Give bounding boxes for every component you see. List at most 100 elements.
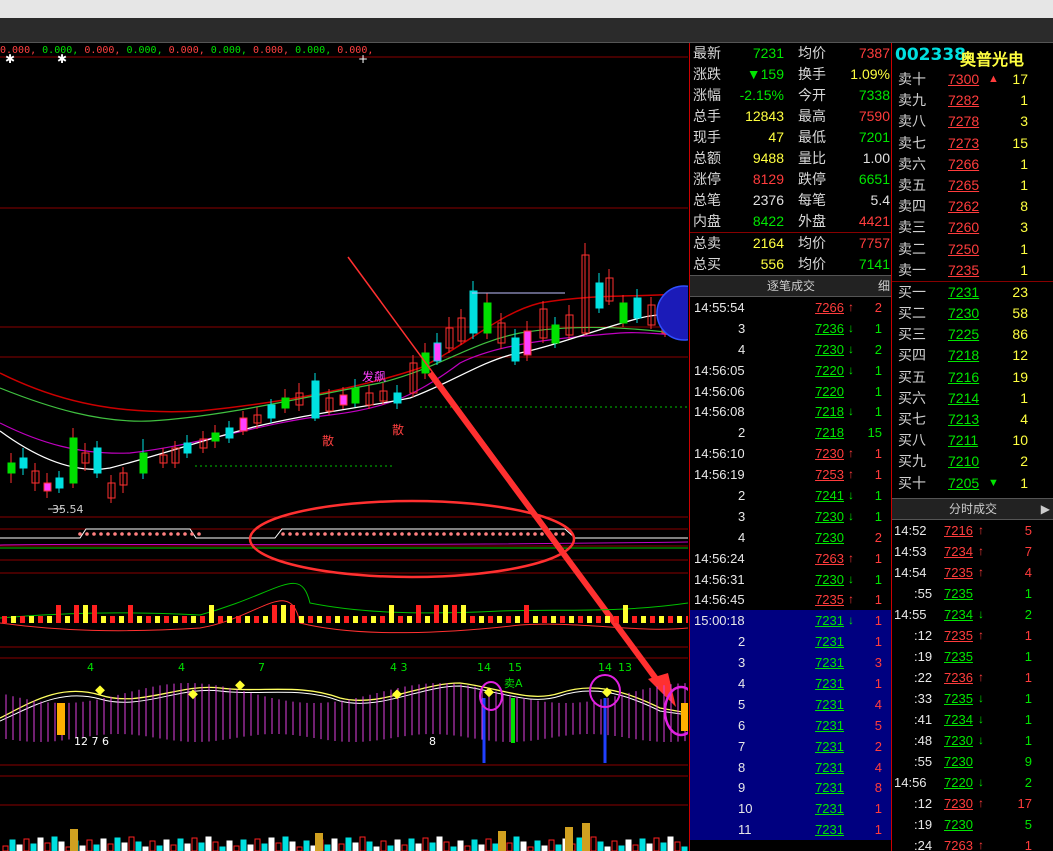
tick-price: 7231 <box>815 634 844 650</box>
book-label: 买八 <box>898 432 926 449</box>
book-row[interactable]: 卖三 7260 3 <box>892 217 1053 238</box>
minute-row[interactable]: 14:55 7234 ↓ 2 <box>892 604 1053 625</box>
tick-row[interactable]: 4 7230 2 <box>690 527 892 548</box>
tick-row[interactable]: 14:56:06 7220 1 <box>690 381 892 402</box>
book-row[interactable]: 买八 7211 10 <box>892 430 1053 451</box>
minute-arrow-icon: ↑ <box>978 627 984 642</box>
volume-bar <box>520 841 527 851</box>
ticks-detail-tab[interactable]: 细 <box>878 276 890 296</box>
ticks-list[interactable]: 14:55:54 7266 ↑ 23 7236 ↓ 14 7230 ↓ 2 14:… <box>690 297 892 610</box>
ticks-list-highlight[interactable]: 15:00:18 7231 ↓ 12 7231 13 7231 34 7231 … <box>690 610 892 841</box>
quote-label-2: 均价 <box>798 235 826 251</box>
minute-row[interactable]: 14:52 7216 ↑ 5 <box>892 520 1053 541</box>
tick-row[interactable]: 3 7230 ↓ 1 <box>690 506 892 527</box>
quote-value-2: 7590 <box>858 108 890 124</box>
book-row[interactable]: 买二 7230 58 <box>892 303 1053 324</box>
minute-row[interactable]: :19 7235 1 <box>892 646 1053 667</box>
kline-chart-area[interactable]: 0.000, 0.000, 0.000, 0.000, 0.000, 0.000… <box>0 43 688 851</box>
book-label: 卖十 <box>898 71 926 87</box>
book-row[interactable]: 卖四 7262 8 <box>892 196 1053 217</box>
book-row[interactable]: 卖六 7266 1 <box>892 154 1053 175</box>
tick-row[interactable]: 2 7218 15 <box>690 422 892 443</box>
book-row[interactable]: 卖八 7278 3 <box>892 111 1053 132</box>
tick-row[interactable]: 11 7231 1 <box>690 819 892 840</box>
tick-price: 7231 <box>815 717 844 733</box>
candle-body <box>183 442 192 454</box>
tick-volume: 1 <box>874 508 882 524</box>
tick-row[interactable]: 7 7231 2 <box>690 736 892 757</box>
tick-row[interactable]: 14:55:54 7266 ↑ 2 <box>690 297 892 318</box>
minute-list[interactable]: 14:52 7216 ↑ 5 14:53 7234 ↑ 7 14:54 7235 ↑… <box>892 520 1053 851</box>
tick-row[interactable]: 14:56:45 7235 ↑ 1 <box>690 589 892 610</box>
volume-bar <box>345 837 352 851</box>
book-volume: 3 <box>1020 219 1028 236</box>
volume-bar <box>51 836 58 851</box>
book-row[interactable]: 买四 7218 12 <box>892 345 1053 366</box>
minute-row[interactable]: 14:53 7234 ↑ 7 <box>892 541 1053 562</box>
tick-volume: 1 <box>874 320 882 336</box>
tick-row[interactable]: 15:00:18 7231 ↓ 1 <box>690 610 892 631</box>
tick-row[interactable]: 4 7230 ↓ 2 <box>690 339 892 360</box>
book-row[interactable]: 买七 7213 4 <box>892 409 1053 430</box>
san-label-2: 散 <box>392 422 404 437</box>
book-row[interactable]: 买三 7225 86 <box>892 324 1053 345</box>
book-price: 7278 <box>948 113 980 130</box>
tick-row[interactable]: 3 7236 ↓ 1 <box>690 318 892 339</box>
tick-row[interactable]: 2 7231 1 <box>690 631 892 652</box>
minute-row[interactable]: :48 7230 ↓ 1 <box>892 730 1053 751</box>
book-row[interactable]: 卖五 7265 1 <box>892 175 1053 196</box>
tick-row[interactable]: 5 7231 4 <box>690 694 892 715</box>
book-row[interactable]: 卖九 7282 1 <box>892 90 1053 111</box>
minute-row[interactable]: :24 7263 ↑ 1 <box>892 835 1053 851</box>
play-icon[interactable]: ▶ <box>1041 499 1050 519</box>
book-arrow-icon: ▲ <box>988 73 999 85</box>
tick-row[interactable]: 14:56:08 7218 ↓ 1 <box>690 401 892 422</box>
book-row[interactable]: 买六 7214 1 <box>892 388 1053 409</box>
tick-row[interactable]: 14:56:19 7253 ↑ 1 <box>690 464 892 485</box>
volume-bar <box>387 845 394 851</box>
minute-row[interactable]: 14:54 7235 ↑ 4 <box>892 562 1053 583</box>
minute-time: :22 <box>914 669 933 685</box>
band-dot <box>477 532 481 536</box>
book-row[interactable]: 卖七 7273 15 <box>892 133 1053 154</box>
ticks-header[interactable]: 逐笔成交 细 <box>690 275 892 297</box>
tick-row[interactable]: 14:56:05 7220 ↓ 1 <box>690 360 892 381</box>
tick-row[interactable]: 6 7231 5 <box>690 715 892 736</box>
book-volume: 3 <box>1020 113 1028 130</box>
minute-header[interactable]: 分时成交 ▶ <box>892 497 1053 520</box>
book-row[interactable]: 卖一 7235 1 <box>892 260 1053 281</box>
book-row[interactable]: 买一 7231 23 <box>892 282 1053 303</box>
band-dot <box>533 532 537 536</box>
book-row[interactable]: 卖十 7300 ▲ 17 <box>892 69 1053 90</box>
band-dot <box>344 532 348 536</box>
indicator-bar <box>254 616 259 623</box>
minute-row[interactable]: :55 7235 1 <box>892 583 1053 604</box>
osc-label-13: 13 <box>618 661 632 674</box>
minute-row[interactable]: :12 7235 ↑ 1 <box>892 625 1053 646</box>
tick-row[interactable]: 8 7231 4 <box>690 757 892 778</box>
book-row[interactable]: 买十 7205 ▼ 1 <box>892 473 1053 494</box>
minute-row[interactable]: :19 7230 5 <box>892 814 1053 835</box>
toolbar <box>0 18 1053 43</box>
tick-row[interactable]: 14:56:10 7230 ↑ 1 <box>690 443 892 464</box>
minute-row[interactable]: :55 7230 9 <box>892 751 1053 772</box>
book-row[interactable]: 卖二 7250 1 <box>892 239 1053 260</box>
tick-row[interactable]: 14:56:24 7263 ↑ 1 <box>690 548 892 569</box>
tick-row[interactable]: 3 7231 3 <box>690 652 892 673</box>
quote-value-2: 7757 <box>858 235 890 251</box>
minute-row[interactable]: 14:56 7220 ↓ 2 <box>892 772 1053 793</box>
book-row[interactable]: 买五 7216 19 <box>892 367 1053 388</box>
minute-row[interactable]: :12 7230 ↑ 17 <box>892 793 1053 814</box>
minute-row[interactable]: :22 7236 ↑ 1 <box>892 667 1053 688</box>
tick-row[interactable]: 2 7241 ↓ 1 <box>690 485 892 506</box>
minute-row[interactable]: :41 7234 ↓ 1 <box>892 709 1053 730</box>
band-dot <box>330 532 334 536</box>
tick-row[interactable]: 14:56:31 7230 ↓ 1 <box>690 569 892 590</box>
volume-bar <box>121 842 128 851</box>
minute-row[interactable]: :33 7235 ↓ 1 <box>892 688 1053 709</box>
tick-row[interactable]: 10 7231 1 <box>690 798 892 819</box>
tick-row[interactable]: 9 7231 8 <box>690 777 892 798</box>
book-row[interactable]: 买九 7210 2 <box>892 451 1053 472</box>
tick-row[interactable]: 4 7231 1 <box>690 673 892 694</box>
indicator-bar <box>74 605 79 623</box>
